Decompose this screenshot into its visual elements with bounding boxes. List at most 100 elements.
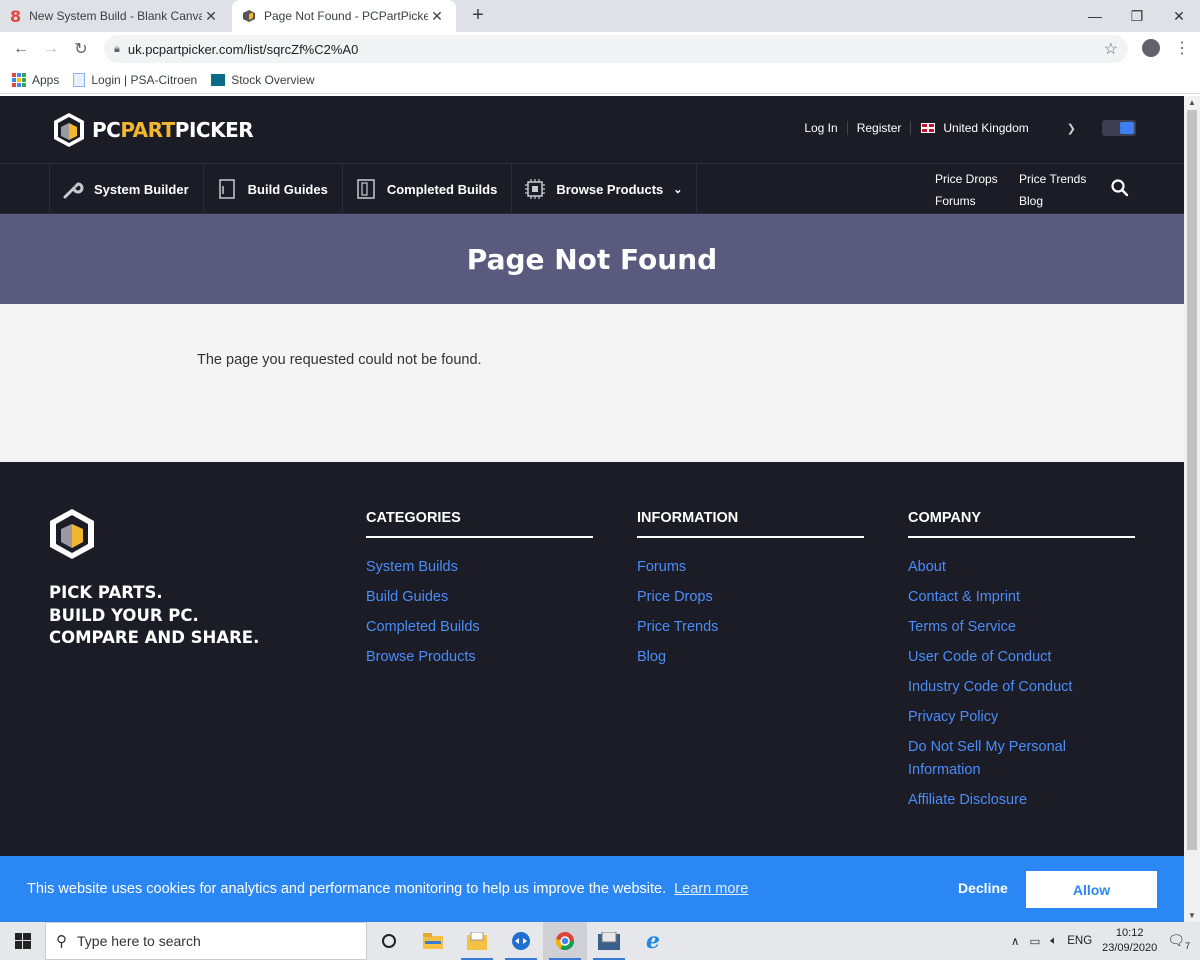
start-button[interactable] bbox=[0, 922, 45, 960]
file-manager-icon[interactable] bbox=[587, 922, 631, 960]
apps-grid-icon bbox=[12, 72, 26, 87]
nav-completed-builds[interactable]: Completed Builds bbox=[341, 164, 512, 214]
forward-icon[interactable]: → bbox=[36, 40, 66, 58]
address-bar[interactable]: 🔒︎ uk.pcpartpicker.com/list/sqrcZf%C2%A0… bbox=[104, 35, 1128, 63]
footer-link[interactable]: System Builds bbox=[366, 556, 593, 579]
stock-icon bbox=[211, 73, 226, 86]
profile-icon[interactable] bbox=[1142, 39, 1160, 57]
nav-label: Build Guides bbox=[247, 181, 328, 197]
nav-blog[interactable]: Blog bbox=[1019, 194, 1099, 208]
footer-link[interactable]: Forums bbox=[637, 556, 864, 579]
chip-icon bbox=[524, 178, 546, 200]
taskbar-search-box[interactable]: ⚲ Type here to search bbox=[45, 922, 367, 960]
chrome-icon[interactable] bbox=[543, 922, 587, 960]
volume-icon[interactable]: 🔈︎ bbox=[1050, 935, 1057, 948]
nav-label: System Builder bbox=[94, 181, 189, 197]
browser-tab-page-not-found[interactable]: Page Not Found - PCPartPicker ✕ bbox=[232, 0, 456, 32]
bookmark-stock-overview[interactable]: Stock Overview bbox=[211, 73, 315, 87]
browser-tab-new-system-build[interactable]: 8 New System Build - Blank Canvas ✕ bbox=[0, 0, 230, 32]
footer-link[interactable]: Terms of Service bbox=[908, 616, 1135, 639]
dark-mode-toggle[interactable] bbox=[1102, 120, 1136, 136]
nav-price-drops[interactable]: Price Drops bbox=[935, 172, 1019, 186]
uk-flag-icon bbox=[921, 123, 936, 133]
not-found-message: The page you requested could not be foun… bbox=[197, 352, 482, 368]
footer-link[interactable]: Contact & Imprint bbox=[908, 586, 1135, 609]
pcpartpicker-favicon-icon: 8 bbox=[10, 6, 22, 26]
footer-link[interactable]: User Code of Conduct bbox=[908, 646, 1135, 669]
close-tab-icon[interactable]: ✕ bbox=[428, 8, 446, 25]
restore-icon[interactable]: ❐ bbox=[1116, 0, 1158, 32]
page-scrollbar[interactable]: ▲ ▼ bbox=[1184, 96, 1200, 922]
tagline-line: BUILD YOUR PC. bbox=[49, 605, 199, 625]
date: 23/09/2020 bbox=[1102, 942, 1158, 954]
notifications-icon[interactable]: 🗨︎7 bbox=[1167, 932, 1190, 951]
footer-link[interactable]: Affiliate Disclosure bbox=[908, 789, 1135, 812]
nav-system-builder[interactable]: System Builder bbox=[49, 164, 203, 214]
tagline-line: PICK PARTS. bbox=[49, 583, 163, 602]
folder-app-icon[interactable] bbox=[455, 922, 499, 960]
nav-label: Completed Builds bbox=[386, 181, 498, 197]
minimize-icon[interactable]: — bbox=[1074, 0, 1116, 32]
file-explorer-icon[interactable] bbox=[411, 922, 455, 960]
footer-link[interactable]: Industry Code of Conduct bbox=[908, 676, 1135, 699]
lock-icon[interactable]: 🔒︎ bbox=[114, 43, 120, 56]
time: 10:12 bbox=[1115, 927, 1144, 939]
nav-price-trends[interactable]: Price Trends bbox=[1019, 172, 1099, 186]
page-viewport: PCPARTPICKER Log In Register United King… bbox=[0, 96, 1184, 922]
chevron-down-icon: ❯ bbox=[1066, 122, 1076, 135]
menu-kebab-icon[interactable]: ⋮ bbox=[1174, 38, 1190, 58]
bookmark-star-icon[interactable]: ☆ bbox=[1104, 39, 1118, 59]
footer-link[interactable]: Do Not Sell My Personal Information bbox=[908, 736, 1135, 781]
main-content: The page you requested could not be foun… bbox=[0, 304, 1184, 462]
scroll-down-icon[interactable]: ▼ bbox=[1188, 911, 1196, 920]
footer-link[interactable]: Build Guides bbox=[366, 586, 593, 609]
nav-forums[interactable]: Forums bbox=[935, 194, 1019, 208]
scroll-up-icon[interactable]: ▲ bbox=[1188, 98, 1196, 107]
allow-button[interactable]: Allow bbox=[1026, 871, 1157, 908]
register-link[interactable]: Register bbox=[848, 121, 912, 135]
new-tab-icon[interactable]: + bbox=[466, 4, 490, 27]
windows-taskbar: ⚲ Type here to search e ∧ ▭ 🔈︎ ENG 10:12… bbox=[0, 922, 1200, 960]
back-icon[interactable]: ← bbox=[6, 40, 36, 58]
tab-title: Page Not Found - PCPartPicker bbox=[264, 9, 428, 23]
reload-icon[interactable]: ↻ bbox=[66, 39, 96, 59]
decline-button[interactable]: Decline bbox=[958, 880, 1008, 896]
url-text: uk.pcpartpicker.com/list/sqrcZf%C2%A0 bbox=[127, 41, 359, 57]
teamviewer-icon[interactable] bbox=[499, 922, 543, 960]
learn-more-link[interactable]: Learn more bbox=[674, 881, 748, 897]
bookmark-apps[interactable]: Apps bbox=[12, 72, 60, 87]
bookmark-psa-login[interactable]: Login | PSA-Citroen bbox=[73, 72, 198, 87]
language-indicator[interactable]: ENG bbox=[1067, 935, 1092, 947]
nav-build-guides[interactable]: Build Guides bbox=[202, 164, 342, 214]
footer-tagline: PICK PARTS. BUILD YOUR PC. COMPARE AND S… bbox=[49, 582, 259, 650]
login-link[interactable]: Log In bbox=[795, 121, 848, 135]
cortana-icon[interactable] bbox=[367, 922, 411, 960]
network-icon[interactable]: ▭ bbox=[1029, 934, 1040, 948]
footer-logo-cube-icon bbox=[50, 509, 94, 559]
country-selector[interactable]: United Kingdom ❯ bbox=[921, 121, 1076, 135]
footer-link[interactable]: Blog bbox=[637, 646, 864, 669]
bookmark-label: Apps bbox=[32, 72, 60, 87]
footer-link[interactable]: Privacy Policy bbox=[908, 706, 1135, 729]
close-tab-icon[interactable]: ✕ bbox=[202, 8, 220, 25]
browser-toolbar: ← → ↻ 🔒︎ uk.pcpartpicker.com/list/sqrcZf… bbox=[0, 32, 1200, 66]
taskbar-clock[interactable]: 10:12 23/09/2020 bbox=[1102, 926, 1157, 956]
footer-link[interactable]: Price Trends bbox=[637, 616, 864, 639]
windows-logo-icon bbox=[14, 933, 31, 949]
site-logo[interactable]: PCPARTPICKER bbox=[52, 112, 254, 148]
footer-link[interactable]: Price Drops bbox=[637, 586, 864, 609]
logo-text: PCPARTPICKER bbox=[92, 118, 254, 142]
footer-link[interactable]: About bbox=[908, 556, 1135, 579]
nav-browse-products[interactable]: Browse Products ⌄ bbox=[511, 164, 698, 214]
bookmark-label: Login | PSA-Citroen bbox=[91, 72, 198, 87]
main-navigation: System Builder Build Guides Completed Bu… bbox=[0, 164, 1184, 214]
close-window-icon[interactable]: ✕ bbox=[1158, 0, 1200, 32]
footer-link[interactable]: Browse Products bbox=[366, 646, 593, 669]
footer-link[interactable]: Completed Builds bbox=[366, 616, 593, 639]
search-icon[interactable] bbox=[1110, 178, 1130, 198]
internet-explorer-icon[interactable]: e bbox=[631, 922, 675, 960]
country-label: United Kingdom bbox=[943, 121, 1029, 135]
document-icon bbox=[73, 72, 86, 87]
scrollbar-thumb[interactable] bbox=[1187, 110, 1197, 850]
chevron-up-icon[interactable]: ∧ bbox=[1011, 934, 1019, 948]
